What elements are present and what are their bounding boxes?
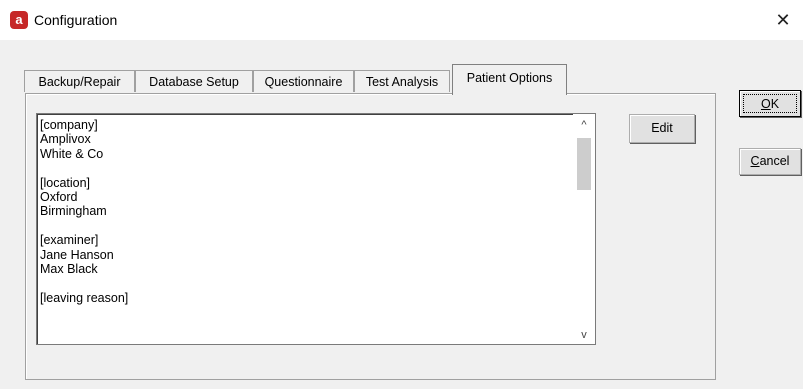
edit-button[interactable]: Edit — [629, 114, 695, 143]
ok-label: K — [770, 97, 780, 111]
cancel-label: ancel — [759, 154, 790, 168]
list-line: Jane Hanson — [40, 247, 114, 262]
tab-test-analysis[interactable]: Test Analysis — [354, 70, 450, 92]
close-icon[interactable]: ✕ — [763, 0, 803, 40]
scroll-down-icon[interactable]: v — [573, 326, 595, 344]
list-line: White & Co — [40, 146, 104, 161]
cancel-button[interactable]: Cancel — [739, 148, 801, 175]
list-line — [40, 161, 570, 175]
list-line: Max Black — [40, 261, 98, 276]
tab-backup-repair[interactable]: Backup/Repair — [24, 70, 135, 92]
ok-focus-rect: OK — [743, 94, 797, 113]
vertical-scrollbar[interactable]: ^ v — [573, 114, 595, 344]
tab-patient-options[interactable]: Patient Options — [452, 64, 567, 95]
list-line: [location] — [40, 175, 91, 190]
scroll-up-icon[interactable]: ^ — [573, 116, 595, 134]
tab-database-setup[interactable]: Database Setup — [135, 70, 253, 92]
list-line — [40, 276, 570, 290]
list-line: [leaving reason] — [40, 290, 129, 305]
list-line: Birmingham — [40, 204, 107, 219]
list-line: Oxford — [40, 189, 78, 204]
cancel-mnemonic: C — [750, 154, 760, 168]
title-bar: a Configuration ✕ — [0, 0, 803, 40]
list-line — [40, 219, 570, 233]
tab-questionnaire[interactable]: Questionnaire — [253, 70, 354, 92]
list-content: [company] Amplivox White & Co [location]… — [40, 118, 570, 305]
options-listbox[interactable]: [company] Amplivox White & Co [location]… — [36, 113, 596, 345]
list-line: [company] — [40, 118, 98, 132]
app-icon: a — [10, 11, 28, 29]
list-line: [examiner] — [40, 233, 99, 248]
scroll-thumb[interactable] — [577, 138, 591, 190]
ok-button[interactable]: OK — [739, 90, 801, 117]
window-title: Configuration — [34, 12, 118, 28]
list-line: Amplivox — [40, 132, 91, 147]
ok-mnemonic: O — [760, 97, 771, 111]
